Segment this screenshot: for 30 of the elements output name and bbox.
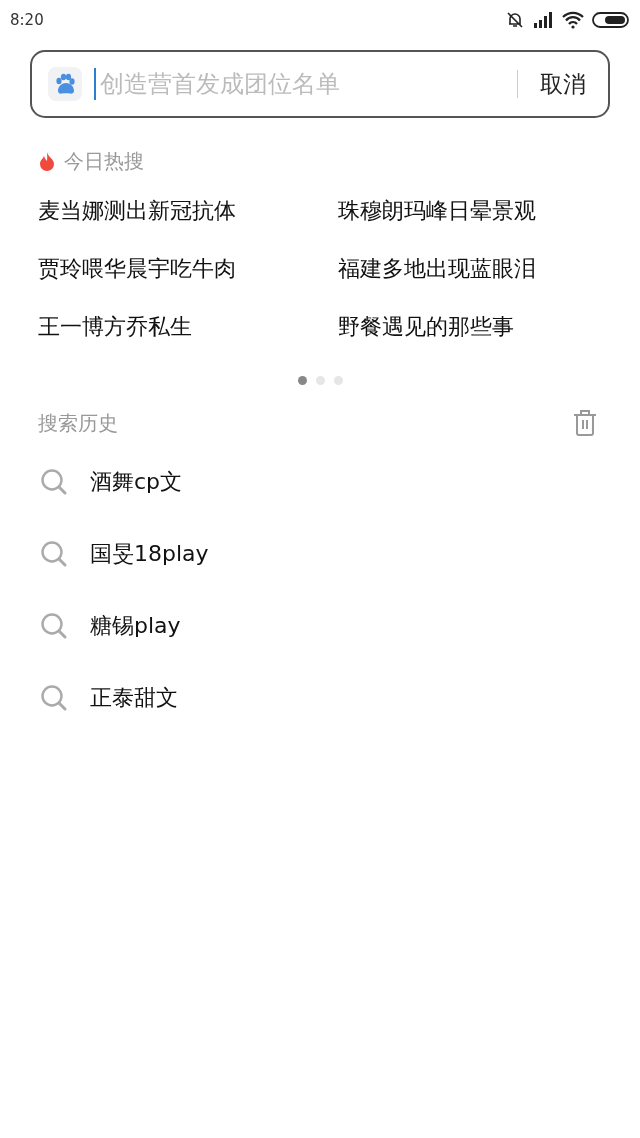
trending-link[interactable]: 王一博方乔私生 bbox=[38, 312, 338, 342]
search-icon bbox=[40, 468, 68, 496]
history-item[interactable]: 正泰甜文 bbox=[90, 683, 178, 713]
history-item[interactable]: 国旻18play bbox=[90, 539, 209, 569]
search-icon bbox=[40, 684, 68, 712]
wifi-icon bbox=[562, 11, 584, 29]
flame-icon bbox=[38, 151, 56, 171]
trash-icon[interactable] bbox=[572, 409, 598, 437]
cancel-button[interactable]: 取消 bbox=[540, 68, 586, 100]
page-dot[interactable] bbox=[297, 376, 307, 385]
search-bar[interactable]: 创造营首发成团位名单 取消 bbox=[30, 50, 610, 118]
trending-link[interactable]: 贾玲喂华晨宇吃牛肉 bbox=[38, 254, 338, 284]
trending-link[interactable]: 野餐遇见的那些事 bbox=[338, 312, 598, 342]
search-icon bbox=[40, 540, 68, 568]
search-icon bbox=[40, 612, 68, 640]
battery-icon bbox=[592, 11, 630, 29]
paw-icon bbox=[48, 67, 82, 101]
history-item[interactable]: 糖锡play bbox=[90, 611, 181, 641]
trending-link[interactable]: 福建多地出现蓝眼泪 bbox=[338, 254, 598, 284]
bell-muted-icon bbox=[506, 11, 524, 29]
search-field[interactable]: 创造营首发成团位名单 bbox=[94, 68, 507, 100]
page-dot[interactable] bbox=[333, 376, 343, 385]
status-time: 8:20 bbox=[10, 11, 44, 29]
signal-icon bbox=[532, 11, 554, 29]
page-dot[interactable] bbox=[315, 376, 325, 385]
trending-link[interactable]: 珠穆朗玛峰日晕景观 bbox=[338, 196, 598, 226]
trending-link[interactable]: 麦当娜测出新冠抗体 bbox=[38, 196, 338, 226]
history-item[interactable]: 酒舞cp文 bbox=[90, 467, 183, 497]
section-title: 今日热搜 bbox=[64, 147, 144, 175]
section-title: 搜索历史 bbox=[38, 409, 118, 437]
